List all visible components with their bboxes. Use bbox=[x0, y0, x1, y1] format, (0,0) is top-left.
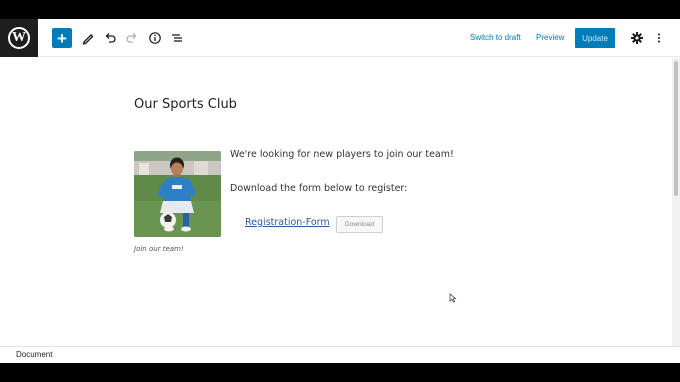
download-button[interactable]: Download bbox=[336, 216, 383, 233]
wordpress-logo-icon[interactable]: W bbox=[0, 19, 38, 57]
update-button[interactable]: Update bbox=[575, 28, 615, 48]
editor-canvas[interactable]: Our Sports Club Join our team! We're loo… bbox=[0, 58, 672, 346]
switch-to-draft-button[interactable]: Switch to draft bbox=[470, 33, 521, 42]
add-block-button[interactable]: + bbox=[52, 28, 72, 48]
player-photo-image[interactable] bbox=[134, 151, 221, 237]
paragraph-download-instructions[interactable]: Download the form below to register: bbox=[230, 183, 407, 194]
post-title[interactable]: Our Sports Club bbox=[134, 97, 237, 112]
info-icon[interactable] bbox=[145, 28, 165, 48]
preview-button[interactable]: Preview bbox=[536, 33, 564, 42]
image-caption[interactable]: Join our team! bbox=[134, 245, 184, 253]
wordpress-logo-letter: W bbox=[8, 27, 30, 49]
more-vertical-icon[interactable] bbox=[649, 28, 669, 48]
pencil-icon[interactable] bbox=[78, 28, 98, 48]
mouse-cursor-icon bbox=[449, 290, 457, 308]
status-footer: Document bbox=[0, 346, 680, 363]
editor-window: W + Switch to draft Preview Update Our S… bbox=[0, 19, 680, 363]
list-view-icon[interactable] bbox=[167, 28, 187, 48]
breadcrumb-document[interactable]: Document bbox=[16, 350, 52, 359]
paragraph-recruiting[interactable]: We're looking for new players to join ou… bbox=[230, 149, 454, 160]
redo-icon[interactable] bbox=[122, 28, 142, 48]
scrollbar-thumb[interactable] bbox=[674, 61, 678, 196]
gear-icon[interactable] bbox=[627, 28, 647, 48]
registration-form-link[interactable]: Registration-Form bbox=[245, 217, 330, 228]
undo-icon[interactable] bbox=[100, 28, 120, 48]
top-toolbar: W + Switch to draft Preview Update bbox=[0, 19, 680, 57]
